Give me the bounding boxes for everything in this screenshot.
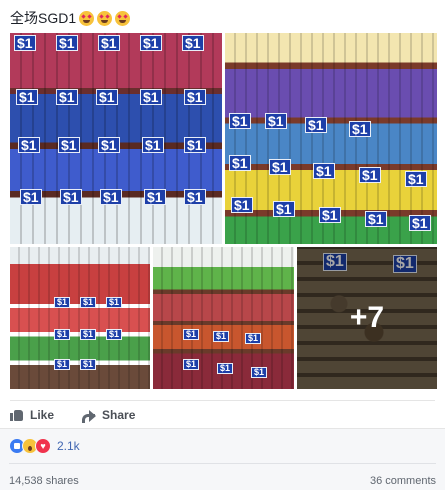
star-struck-emoji-icon xyxy=(79,10,95,26)
price-tag: $1 xyxy=(96,89,118,105)
price-tags: $1 $1 $1 $1 $1 $1 $1 $1 $1 $1 $1 $1 $1 $… xyxy=(10,33,222,244)
price-tag: $1 xyxy=(184,137,206,153)
price-tags: $1 $1 $1 $1 $1 $1 $1 $1 xyxy=(10,247,150,389)
photo-grid: $1 $1 $1 $1 $1 $1 $1 $1 $1 $1 $1 $1 $1 $… xyxy=(10,33,437,389)
price-tag: $1 xyxy=(140,35,162,51)
price-tag: $1 xyxy=(319,207,341,223)
comment-count[interactable]: 36 comments xyxy=(370,475,436,487)
price-tag: $1 xyxy=(58,137,80,153)
more-photos-count[interactable]: +7 xyxy=(350,301,384,335)
reaction-summary[interactable]: 2.1k xyxy=(9,438,80,454)
star-struck-emoji-icon xyxy=(115,10,131,26)
price-tag: $1 xyxy=(80,359,97,370)
price-tag: $1 xyxy=(359,167,381,183)
price-tag: $1 xyxy=(409,215,431,231)
price-tag: $1 xyxy=(183,329,200,340)
price-tag: $1 xyxy=(305,117,327,133)
price-tag: $1 xyxy=(269,159,291,175)
price-tags: $1 $1 $1 $1 $1 $1 xyxy=(153,247,294,389)
price-tag: $1 xyxy=(54,329,71,340)
price-tag: $1 xyxy=(98,35,120,51)
price-tag: $1 xyxy=(229,113,251,129)
price-tag: $1 xyxy=(184,89,206,105)
like-button[interactable]: Like xyxy=(10,408,54,422)
price-tag: $1 xyxy=(405,171,427,187)
more-photos-overlay[interactable]: +7 xyxy=(297,247,437,389)
price-tag: $1 xyxy=(245,333,262,344)
price-tag: $1 xyxy=(273,201,295,217)
price-tag: $1 xyxy=(80,329,97,340)
price-tag: $1 xyxy=(20,189,42,205)
post-text: 全场SGD1 xyxy=(10,8,131,28)
star-struck-emoji-icon xyxy=(97,10,113,26)
photo-5-more[interactable]: $1 $1 +7 xyxy=(297,247,437,389)
price-tag: $1 xyxy=(18,137,40,153)
price-tag: $1 xyxy=(313,163,335,179)
share-button[interactable]: Share xyxy=(82,407,136,423)
price-tag: $1 xyxy=(183,359,200,370)
photo-4[interactable]: $1 $1 $1 $1 $1 $1 xyxy=(153,247,294,389)
price-tag: $1 xyxy=(349,121,371,137)
photo-3[interactable]: $1 $1 $1 $1 $1 $1 $1 $1 xyxy=(10,247,150,389)
price-tag: $1 xyxy=(56,89,78,105)
like-label: Like xyxy=(30,407,55,422)
price-tag: $1 xyxy=(365,211,387,227)
price-tag: $1 xyxy=(217,363,234,374)
price-tag: $1 xyxy=(16,89,38,105)
price-tag: $1 xyxy=(106,297,123,308)
price-tag: $1 xyxy=(54,359,71,370)
share-count[interactable]: 14,538 shares xyxy=(9,475,79,487)
price-tag: $1 xyxy=(251,367,268,378)
post-text-content: 全场SGD1 xyxy=(10,10,77,26)
price-tag: $1 xyxy=(213,331,230,342)
price-tag: $1 xyxy=(184,189,206,205)
price-tag: $1 xyxy=(98,137,120,153)
price-tag: $1 xyxy=(140,89,162,105)
thumbs-up-icon xyxy=(10,409,24,421)
share-arrow-icon xyxy=(82,409,97,423)
photo-2[interactable]: $1 $1 $1 $1 $1 $1 $1 $1 $1 $1 $1 $1 $1 $… xyxy=(225,33,437,244)
price-tag: $1 xyxy=(54,297,71,308)
price-tag: $1 xyxy=(229,155,251,171)
reactions-bar: 2.1k 14,538 shares 36 comments xyxy=(0,428,445,490)
reaction-count[interactable]: 2.1k xyxy=(57,439,80,453)
price-tag: $1 xyxy=(144,189,166,205)
price-tag: $1 xyxy=(56,35,78,51)
price-tags: $1 $1 $1 $1 $1 $1 $1 $1 $1 $1 $1 $1 $1 $… xyxy=(225,33,437,244)
post-actions: Like Share xyxy=(10,400,435,428)
price-tag: $1 xyxy=(182,35,204,51)
price-tag: $1 xyxy=(100,189,122,205)
price-tag: $1 xyxy=(265,113,287,129)
price-tag: $1 xyxy=(14,35,36,51)
photo-1[interactable]: $1 $1 $1 $1 $1 $1 $1 $1 $1 $1 $1 $1 $1 $… xyxy=(10,33,222,244)
share-label: Share xyxy=(102,407,136,422)
price-tag: $1 xyxy=(106,329,123,340)
love-reaction-icon xyxy=(35,438,51,454)
price-tag: $1 xyxy=(80,297,97,308)
price-tag: $1 xyxy=(231,197,253,213)
divider xyxy=(9,463,436,464)
price-tag: $1 xyxy=(142,137,164,153)
price-tag: $1 xyxy=(60,189,82,205)
